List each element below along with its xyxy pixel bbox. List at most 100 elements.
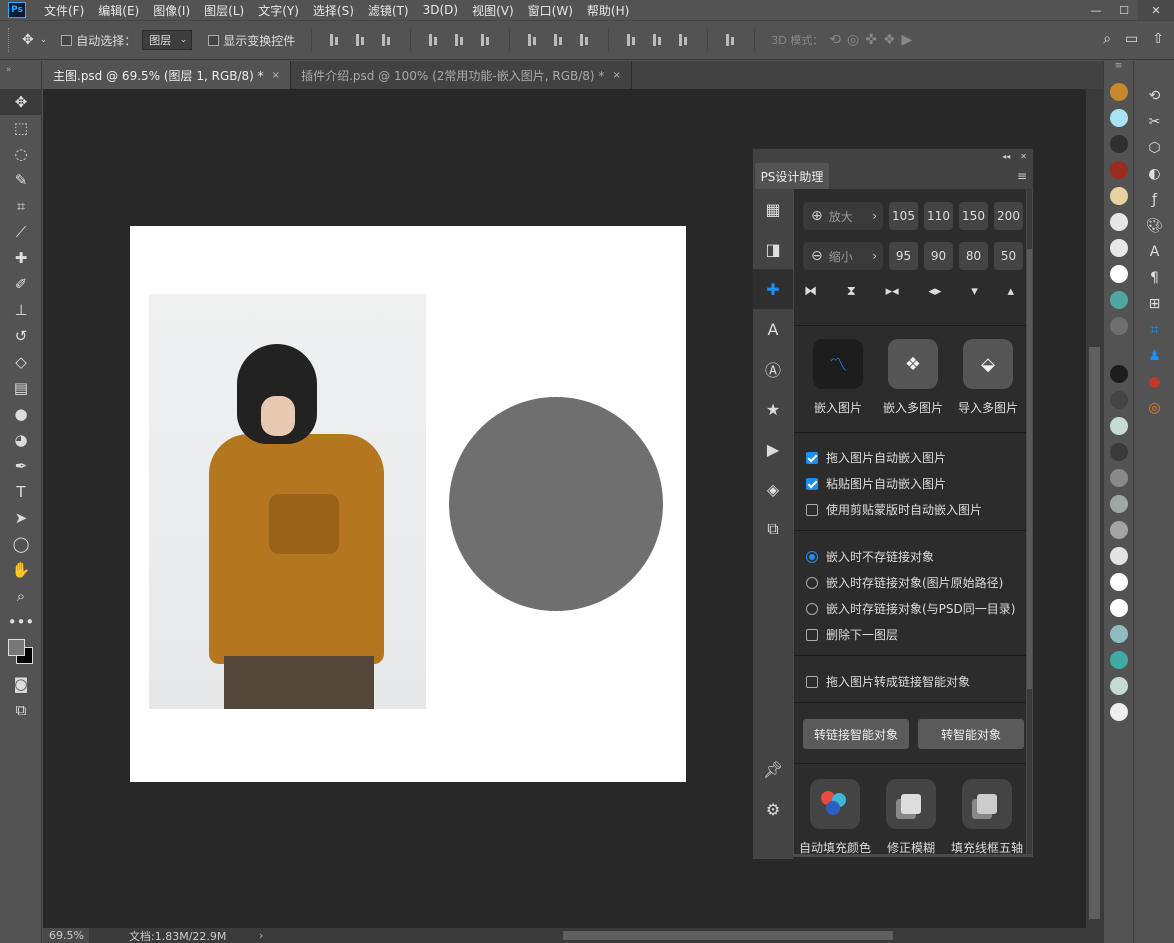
close-panel-icon[interactable]: ✕ — [1020, 152, 1027, 161]
zoom-in-150-button[interactable]: 150 — [959, 202, 988, 230]
plugin-panel-icon[interactable]: ⌗ — [1134, 317, 1174, 343]
smart-link-checkbox[interactable] — [806, 675, 818, 688]
to-linked-smart-object-button[interactable]: 转链接智能对象 — [803, 719, 909, 749]
roll-3d-icon[interactable]: ◎ — [847, 32, 859, 48]
embed-image-action[interactable]: 〽 嵌入图片 — [803, 339, 873, 416]
slide-3d-icon[interactable]: ❖ — [883, 32, 896, 48]
ellipse-tool-icon[interactable]: ◯ — [0, 531, 42, 557]
zoom-out-control[interactable]: ⊖ 缩小 › — [803, 242, 883, 270]
swatch-menu-icon[interactable]: ≡ — [1104, 61, 1133, 83]
smart-link-option[interactable]: 拖入图片转成链接智能对象 — [806, 673, 970, 690]
paragraph-panel-icon[interactable]: ¶ — [1134, 265, 1174, 291]
delete-next-layer-option[interactable]: 删除下一图层 — [806, 626, 898, 643]
menu-file[interactable]: 文件(F) — [44, 2, 84, 19]
layers-icon[interactable]: ◈ — [753, 469, 793, 509]
show-transform-checkbox[interactable] — [208, 34, 220, 46]
target-panel-icon[interactable]: ◎ — [1134, 395, 1174, 421]
status-menu-arrow[interactable]: › — [259, 929, 279, 942]
auto-embed-drag-option[interactable]: 拖入图片自动嵌入图片 — [806, 449, 946, 466]
pen-tool-icon[interactable]: ✒ — [0, 453, 42, 479]
type-tool-icon[interactable]: T — [0, 479, 42, 505]
no-link-radio-option[interactable]: 嵌入时不存链接对象 — [806, 548, 934, 565]
color-swatches[interactable] — [0, 635, 42, 671]
zoom-level[interactable]: 69.5% — [43, 928, 89, 943]
orbit-3d-icon[interactable]: ⟲ — [829, 32, 841, 48]
healing-brush-tool-icon[interactable]: ✚ — [0, 245, 42, 271]
horizontal-scroll-thumb[interactable] — [563, 931, 893, 940]
color-swatch[interactable] — [1109, 161, 1128, 179]
auto-embed-drag-checkbox[interactable] — [806, 451, 818, 464]
color-swatch[interactable] — [1109, 677, 1128, 695]
panel-scrollbar[interactable] — [1027, 189, 1032, 854]
panel-menu-icon[interactable]: ≡ — [1017, 169, 1027, 183]
menu-filter[interactable]: 滤镜(T) — [368, 2, 409, 19]
screen-mode-icon[interactable]: ⧉ — [0, 697, 42, 723]
color-swatch[interactable] — [1109, 83, 1128, 101]
align-top-icon[interactable] — [328, 33, 342, 47]
text-search-icon[interactable]: Ⓐ — [753, 349, 793, 389]
distribute-left-icon[interactable] — [625, 33, 639, 47]
3d-panel-icon[interactable]: ⬡ — [1134, 135, 1174, 161]
hand-tool-icon[interactable]: ✋ — [0, 557, 42, 583]
color-swatch[interactable] — [1109, 443, 1128, 461]
color-swatch[interactable] — [1109, 703, 1128, 721]
pin-icon[interactable]: 📌︎ — [753, 749, 793, 789]
align-right-icon[interactable] — [479, 33, 493, 47]
toolbar-collapse-icon[interactable]: » — [0, 61, 41, 89]
shapes-icon[interactable]: ◨ — [753, 229, 793, 269]
delete-next-layer-checkbox[interactable] — [806, 628, 818, 641]
scale-3d-icon[interactable]: ▶ — [902, 32, 913, 48]
color-swatch[interactable] — [1109, 213, 1128, 231]
zoom-out-95-button[interactable]: 95 — [889, 242, 918, 270]
close-icon[interactable]: × — [272, 70, 280, 81]
color-swatch[interactable] — [1109, 391, 1128, 409]
color-swatch[interactable] — [1109, 573, 1128, 591]
align-right-flip-icon[interactable]: ◂▸ — [928, 284, 941, 299]
auto-embed-paste-option[interactable]: 粘贴图片自动嵌入图片 — [806, 475, 946, 492]
color-swatch[interactable] — [1109, 317, 1128, 335]
zoom-in-110-button[interactable]: 110 — [924, 202, 953, 230]
color-swatch[interactable] — [1109, 265, 1128, 283]
path-select-tool-icon[interactable]: ➤ — [0, 505, 42, 531]
share-icon[interactable]: ⇧ — [1152, 31, 1164, 47]
distribute-vcenter-icon[interactable] — [552, 33, 566, 47]
tab-plugin-intro-psd[interactable]: 插件介绍.psd @ 100% (2常用功能-嵌入图片, RGB/8) * × — [291, 61, 632, 89]
zoom-in-200-button[interactable]: 200 — [994, 202, 1023, 230]
import-multi-image-action[interactable]: ⬙ 导入多图片 — [953, 339, 1023, 416]
tab-ps-design-assistant[interactable]: PS设计助理 — [755, 163, 829, 189]
play-icon[interactable]: ▶ — [753, 429, 793, 469]
tab-main-psd[interactable]: 主图.psd @ 69.5% (图层 1, RGB/8) * × — [43, 61, 292, 89]
align-hcenter-icon[interactable] — [453, 33, 467, 47]
text-icon[interactable]: A — [753, 309, 793, 349]
fx-panel-icon[interactable]: ƒ — [1134, 187, 1174, 213]
foreground-color-swatch[interactable] — [8, 639, 25, 656]
quick-select-tool-icon[interactable]: ✎ — [0, 167, 42, 193]
search-icon[interactable]: ⌕ — [1103, 31, 1111, 47]
maximize-button[interactable]: ☐ — [1110, 0, 1138, 20]
link-original-radio[interactable] — [806, 576, 818, 589]
vertical-scroll-thumb[interactable] — [1089, 347, 1100, 919]
history-brush-tool-icon[interactable]: ↺ — [0, 323, 42, 349]
history-panel-icon[interactable]: ⟲ — [1134, 83, 1174, 109]
zoom-in-105-button[interactable]: 105 — [889, 202, 918, 230]
lasso-tool-icon[interactable]: ◌ — [0, 141, 42, 167]
menu-image[interactable]: 图像(I) — [153, 2, 190, 19]
color-swatch[interactable] — [1109, 239, 1128, 257]
quick-mask-icon[interactable]: ◙ — [0, 671, 42, 697]
puzzle-icon[interactable]: ✚ — [753, 269, 793, 309]
menu-layer[interactable]: 图层(L) — [204, 2, 244, 19]
dodge-tool-icon[interactable]: ◕ — [0, 427, 42, 453]
fill-wireframe-action[interactable]: 填充线框五轴 — [949, 779, 1025, 854]
flip-horizontal-icon[interactable]: ⧓ — [804, 284, 817, 299]
minimize-button[interactable]: — — [1082, 0, 1110, 20]
eyedropper-tool-icon[interactable]: ⟋ — [0, 219, 42, 245]
tools-panel-icon[interactable]: ✂ — [1134, 109, 1174, 135]
color-swatch[interactable] — [1109, 417, 1128, 435]
zoom-out-50-button[interactable]: 50 — [994, 242, 1023, 270]
zoom-out-80-button[interactable]: 80 — [959, 242, 988, 270]
gradient-tool-icon[interactable]: ▤ — [0, 375, 42, 401]
gray-circle-shape[interactable] — [449, 397, 663, 611]
zoom-out-90-button[interactable]: 90 — [924, 242, 953, 270]
figure-panel-icon[interactable]: ♟ — [1134, 343, 1174, 369]
blur-tool-icon[interactable]: ● — [0, 401, 42, 427]
